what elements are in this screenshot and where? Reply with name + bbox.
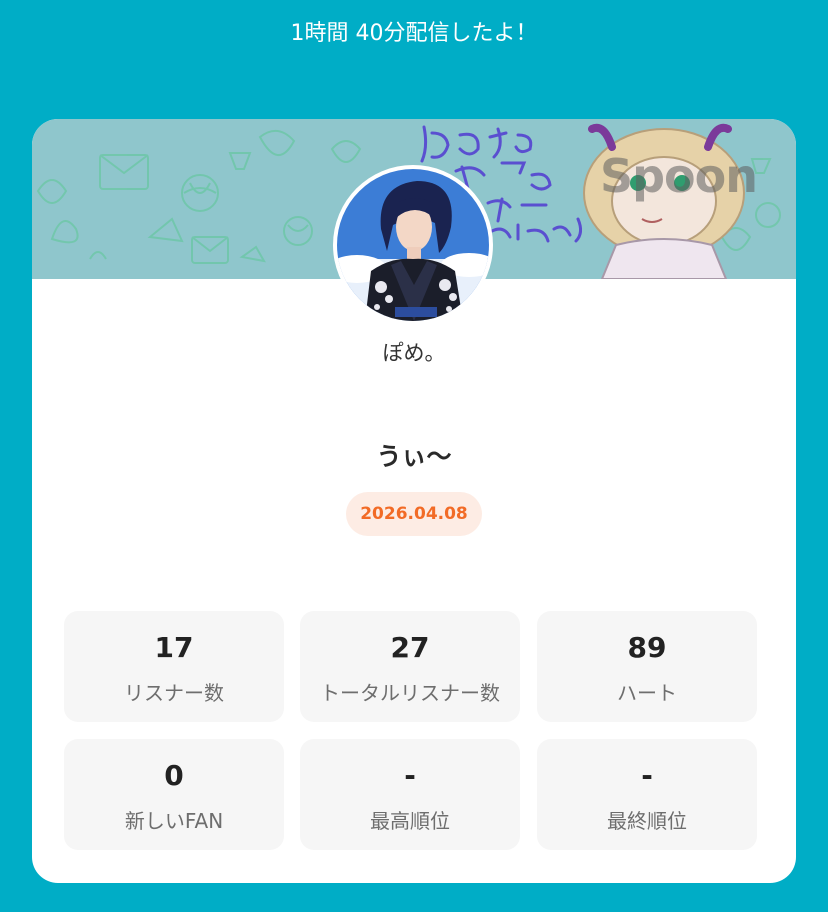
stat-value: - — [404, 759, 416, 792]
spoon-watermark: Spoon — [600, 149, 758, 203]
stat-new-fans: 0 新しいFAN — [64, 739, 284, 850]
stat-label: ハート — [617, 681, 677, 705]
stat-value: - — [641, 759, 653, 792]
stat-value: 17 — [154, 631, 194, 664]
stat-label: 最高順位 — [370, 809, 450, 833]
stat-label: トータルリスナー数 — [320, 681, 500, 705]
stat-label: リスナー数 — [124, 681, 224, 705]
broadcast-summary-card: Spoon ぽめ。 うぃ〜 2026.04.08 17 リスナー数 27 トータ… — [32, 119, 796, 883]
stat-value: 89 — [627, 631, 667, 664]
stat-total-listeners: 27 トータルリスナー数 — [300, 611, 520, 722]
username: ぽめ。 — [382, 341, 446, 365]
stat-highest-rank: - 最高順位 — [300, 739, 520, 850]
broadcast-title: うぃ〜 — [376, 442, 452, 471]
stream-duration-message: 1時間 40分配信したよ！ — [290, 21, 538, 46]
broadcast-date-badge: 2026.04.08 — [346, 492, 482, 536]
stat-label: 最終順位 — [607, 809, 687, 833]
stat-label: 新しいFAN — [124, 809, 224, 833]
stat-listeners: 17 リスナー数 — [64, 611, 284, 722]
stat-final-rank: - 最終順位 — [537, 739, 757, 850]
stat-hearts: 89 ハート — [537, 611, 757, 722]
stat-value: 27 — [390, 631, 430, 664]
avatar-illustration — [337, 169, 489, 321]
user-avatar[interactable] — [333, 165, 493, 325]
stat-value: 0 — [164, 759, 184, 792]
